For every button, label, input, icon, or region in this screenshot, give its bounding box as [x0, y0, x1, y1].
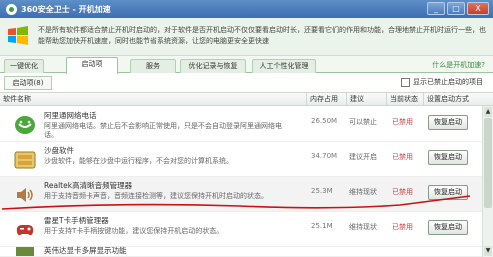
row-name: 阿里通网络电话: [44, 111, 97, 120]
scroll-thumb[interactable]: [484, 118, 492, 208]
row-advice: 建议开启: [349, 153, 377, 161]
row-status: 已禁用: [392, 188, 413, 196]
tab-records[interactable]: 优化记录与恢复: [180, 59, 246, 73]
row-memory: 25.3M: [311, 187, 333, 195]
minimize-button[interactable]: _: [427, 2, 445, 15]
table-row: 沙盘软件 沙盘软件，能够在沙盘中运行程序，不会对您的计算机系统。 34.70M …: [0, 142, 482, 177]
gamepad-icon: [16, 225, 34, 236]
table-row: 雷星T卡手柄管理器 用于支持T卡手柄按键功能，建议您保持开机启动的状态。 25.…: [0, 212, 482, 247]
restore-startup-button[interactable]: 恢复启动: [428, 185, 468, 200]
row-desc: 用于支持音频卡声音，音频连接检测等，建议您保持开机时启动的状态。: [44, 192, 268, 200]
tab-one-click[interactable]: 一键优化: [4, 59, 44, 73]
header-message: 不是所有软件都适合禁止开机时启动的，对于软件是否开机启动不仅仅要看启动时长，还要…: [38, 26, 486, 45]
app-logo-icon: [6, 3, 17, 15]
tab-startup-items[interactable]: 启动项: [66, 57, 118, 74]
info-header: 不是所有软件都适合禁止开机时启动的，对于软件是否开机启动不仅仅要看启动时长，还要…: [0, 18, 493, 56]
row-desc: 阿里通网络电话。禁止后不会影响正常使用，只是不会自动登录阿里通网络电话。: [44, 122, 282, 139]
row-name: 英伟达显卡多屏显示功能: [44, 246, 127, 255]
row-memory: 34.70M: [311, 152, 338, 160]
help-link[interactable]: 什么是开机加速?: [432, 60, 485, 70]
restore-startup-button[interactable]: 恢复启动: [428, 115, 468, 130]
table-row: 阿里通网络电话 阿里通网络电话。禁止后不会影响正常使用，只是不会自动登录阿里通网…: [0, 107, 482, 142]
col-status[interactable]: 当前状态: [387, 93, 424, 106]
restore-startup-button[interactable]: 恢复启动: [428, 220, 468, 235]
table-row: 英伟达显卡多屏显示功能: [0, 244, 482, 257]
table-header: 软件名称 内存占用 建议 当前状态 设置启动方式: [0, 92, 493, 106]
title-bar: 360安全卫士 - 开机加速 _ □ X: [0, 0, 493, 18]
restore-startup-button[interactable]: 恢复启动: [428, 150, 468, 165]
row-name: 沙盘软件: [44, 146, 74, 155]
row-advice: 维持现状: [349, 188, 377, 196]
tab-manual[interactable]: 人工个性化管理: [252, 59, 316, 73]
col-action: 设置启动方式: [427, 95, 469, 103]
maximize-button[interactable]: □: [447, 2, 465, 15]
show-disabled-label[interactable]: 显示已禁止启动的项目: [413, 77, 483, 88]
row-status: 已禁用: [392, 118, 413, 126]
vertical-scrollbar[interactable]: ▲ ▼: [482, 106, 493, 257]
window-title: 360安全卫士 - 开机加速: [21, 4, 111, 14]
scroll-down-icon[interactable]: ▼: [484, 246, 492, 256]
row-advice: 可以禁止: [349, 118, 377, 126]
phone-icon: [15, 116, 35, 134]
row-status: 已禁用: [392, 223, 413, 231]
row-memory: 25.1M: [311, 222, 333, 230]
row-name: Realtek高清晰音频管理器: [44, 181, 133, 190]
show-disabled-checkbox[interactable]: [401, 78, 410, 87]
col-advice[interactable]: 建议: [347, 93, 387, 106]
startup-count-tab[interactable]: 启动项(8): [4, 76, 52, 90]
tab-services[interactable]: 服务: [130, 59, 176, 73]
table-row: Realtek高清晰音频管理器 用于支持音频卡声音，音频连接检测等，建议您保持开…: [0, 177, 482, 212]
speaker-icon: [17, 188, 33, 202]
display-icon: [16, 247, 34, 256]
sandbox-icon: [14, 151, 36, 169]
sub-header: 启动项(8) 显示已禁止启动的项目: [0, 74, 493, 91]
row-desc: 沙盘软件，能够在沙盘中运行程序，不会对您的计算机系统。: [44, 157, 233, 165]
window-controls: _ □ X: [427, 2, 489, 15]
row-advice: 维持现状: [349, 223, 377, 231]
row-desc: 用于支持T卡手柄按键功能，建议您保持开机启动的状态。: [44, 227, 224, 235]
col-name[interactable]: 软件名称: [0, 93, 307, 106]
row-status: 已禁用: [392, 153, 413, 161]
row-name: 雷星T卡手柄管理器: [44, 216, 109, 225]
tab-bar: 一键优化 启动项 服务 优化记录与恢复 人工个性化管理 什么是开机加速?: [0, 56, 493, 74]
row-memory: 26.50M: [311, 117, 338, 125]
col-memory[interactable]: 内存占用: [307, 93, 347, 106]
scroll-up-icon[interactable]: ▲: [484, 107, 492, 117]
windows-logo-icon: [8, 26, 28, 45]
close-button[interactable]: X: [467, 2, 489, 15]
